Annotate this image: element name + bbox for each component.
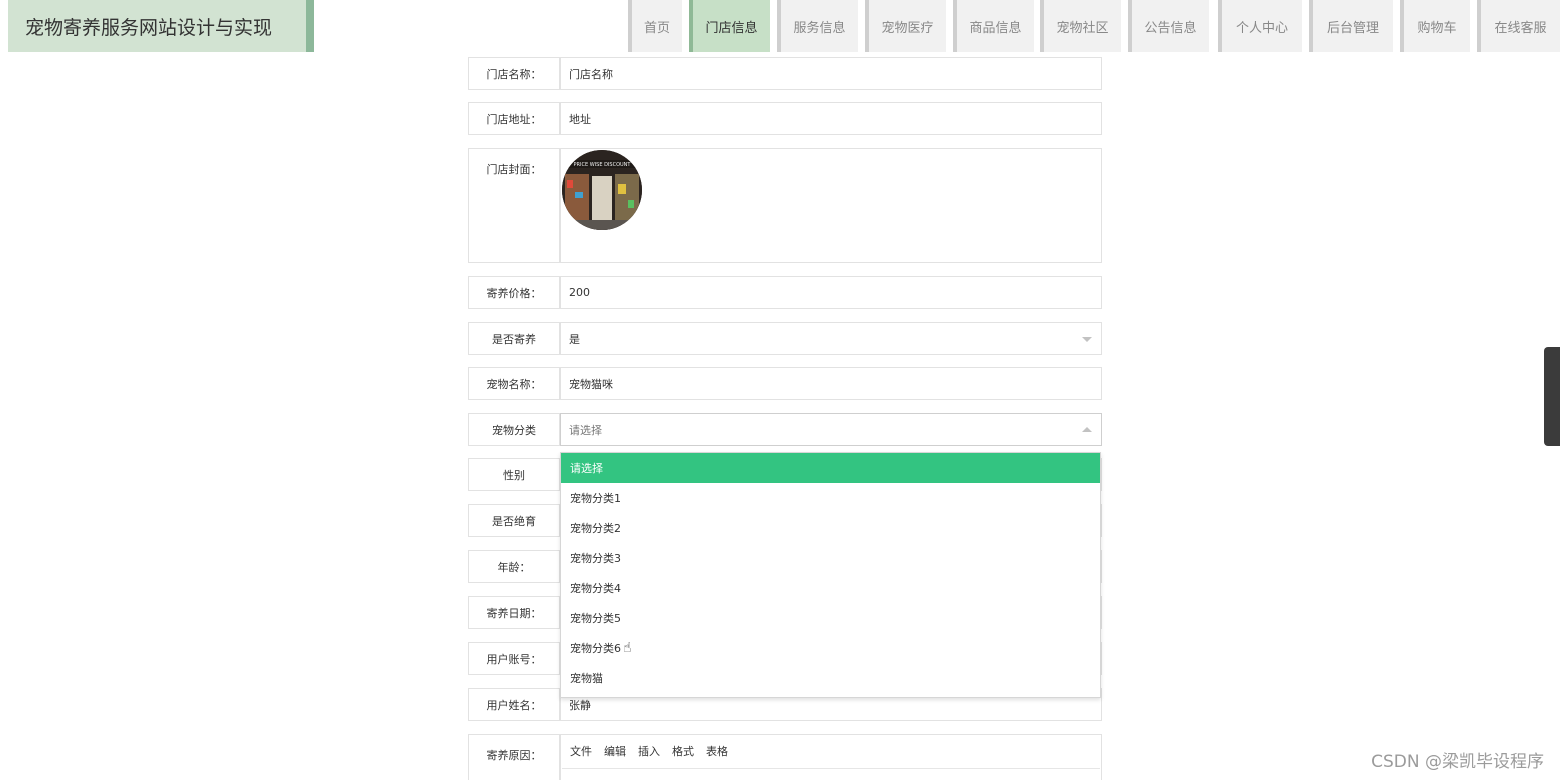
editor-menu-edit[interactable]: 编辑 <box>604 743 626 759</box>
dropdown-option[interactable]: 宠物分类4 <box>561 573 1100 603</box>
store-name-label: 门店名称： <box>468 57 560 90</box>
store-cover-image[interactable]: PRICE WISE DISCOUNT <box>562 150 642 230</box>
nav-label: 门店信息 <box>705 20 758 36</box>
nav-label: 首页 <box>643 20 670 36</box>
store-address-input[interactable]: 地址 <box>560 102 1102 135</box>
dropdown-option[interactable]: 宠物分类1 <box>561 483 1100 513</box>
row-pet-category: 宠物分类 请选择 <box>468 413 1102 446</box>
site-title: 宠物寄养服务网站设计与实现 <box>8 0 314 52</box>
nav-label: 个人中心 <box>1235 20 1288 36</box>
dropdown-option[interactable]: 宠物分类6 ☝ <box>561 633 1100 663</box>
dropdown-option[interactable]: 宠物分类5 <box>561 603 1100 633</box>
reason-label: 寄养原因： <box>468 734 560 780</box>
pet-name-label: 宠物名称： <box>468 367 560 400</box>
nav-personal-center[interactable]: 个人中心 <box>1218 0 1302 52</box>
nav-label: 宠物社区 <box>1056 20 1109 36</box>
dropdown-option-label: 宠物分类6 <box>570 642 621 655</box>
site-title-text: 宠物寄养服务网站设计与实现 <box>25 16 273 39</box>
editor-menu-table[interactable]: 表格 <box>706 743 728 759</box>
nav-online-service[interactable]: 在线客服 <box>1477 0 1560 52</box>
nav-label: 购物车 <box>1417 20 1457 36</box>
editor-menu-file[interactable]: 文件 <box>570 743 592 759</box>
nav-goods-info[interactable]: 商品信息 <box>953 0 1034 52</box>
nav-label: 宠物医疗 <box>881 20 934 36</box>
store-cover-box <box>560 148 1102 263</box>
editor-menubar: 文件 编辑 插入 格式 表格 <box>562 736 1100 766</box>
nav-cart[interactable]: 购物车 <box>1400 0 1470 52</box>
pet-category-label: 宠物分类 <box>468 413 560 446</box>
nav-label: 商品信息 <box>969 20 1022 36</box>
pet-name-input[interactable]: 宠物猫咪 <box>560 367 1102 400</box>
cover-sign-text: PRICE WISE DISCOUNT <box>574 162 632 168</box>
is-boarding-value: 是 <box>569 332 580 346</box>
user-name-label: 用户姓名： <box>468 688 560 721</box>
watermark: CSDN @梁凯毕设程序 <box>1371 752 1544 772</box>
nav-label: 服务信息 <box>793 20 846 36</box>
row-reason: 寄养原因： 文件 编辑 插入 格式 表格 <box>468 734 1102 780</box>
nav-pet-community[interactable]: 宠物社区 <box>1040 0 1121 52</box>
board-date-label: 寄养日期： <box>468 596 560 629</box>
dropdown-option[interactable]: 宠物分类3 <box>561 543 1100 573</box>
row-price: 寄养价格： 200 <box>468 276 1102 309</box>
nav-pet-medical[interactable]: 宠物医疗 <box>865 0 946 52</box>
nav-label: 公告信息 <box>1144 20 1197 36</box>
neutered-label: 是否绝育 <box>468 504 560 537</box>
pet-category-placeholder: 请选择 <box>569 423 602 437</box>
side-drawer-handle[interactable] <box>1544 347 1560 446</box>
gender-label: 性别 <box>468 458 560 491</box>
store-cover-label: 门店封面： <box>468 148 560 263</box>
editor-toolbar[interactable] <box>562 768 1100 780</box>
editor-menu-format[interactable]: 格式 <box>672 743 694 759</box>
row-is-boarding: 是否寄养 是 <box>468 322 1102 355</box>
is-boarding-select[interactable]: 是 <box>560 322 1102 355</box>
user-account-label: 用户账号： <box>468 642 560 675</box>
price-label: 寄养价格： <box>468 276 560 309</box>
dropdown-option[interactable]: 请选择 <box>561 453 1100 483</box>
nav-announcements[interactable]: 公告信息 <box>1128 0 1209 52</box>
row-store-name: 门店名称： 门店名称 <box>468 57 1102 90</box>
price-input[interactable]: 200 <box>560 276 1102 309</box>
chevron-down-icon <box>1082 337 1092 342</box>
pet-category-select[interactable]: 请选择 <box>560 413 1102 446</box>
row-pet-name: 宠物名称： 宠物猫咪 <box>468 367 1102 400</box>
nav-home[interactable]: 首页 <box>628 0 682 52</box>
age-label: 年龄： <box>468 550 560 583</box>
dropdown-option[interactable]: 宠物猫 <box>561 663 1100 693</box>
is-boarding-label: 是否寄养 <box>468 322 560 355</box>
chevron-up-icon <box>1082 427 1092 432</box>
nav-service-info[interactable]: 服务信息 <box>777 0 858 52</box>
store-name-input[interactable]: 门店名称 <box>560 57 1102 90</box>
nav-admin[interactable]: 后台管理 <box>1309 0 1393 52</box>
row-store-cover: 门店封面： PRICE WISE DISCOUNT <box>468 148 1102 263</box>
store-address-label: 门店地址： <box>468 102 560 135</box>
hand-cursor-icon: ☝ <box>623 640 632 656</box>
row-store-address: 门店地址： 地址 <box>468 102 1102 135</box>
dropdown-option[interactable]: 宠物分类2 <box>561 513 1100 543</box>
nav-store-info[interactable]: 门店信息 <box>689 0 770 52</box>
nav-label: 在线客服 <box>1494 20 1547 36</box>
editor-menu-insert[interactable]: 插入 <box>638 743 660 759</box>
pet-category-dropdown: 请选择 宠物分类1 宠物分类2 宠物分类3 宠物分类4 宠物分类5 宠物分类6 … <box>560 452 1101 698</box>
nav-label: 后台管理 <box>1326 20 1379 36</box>
